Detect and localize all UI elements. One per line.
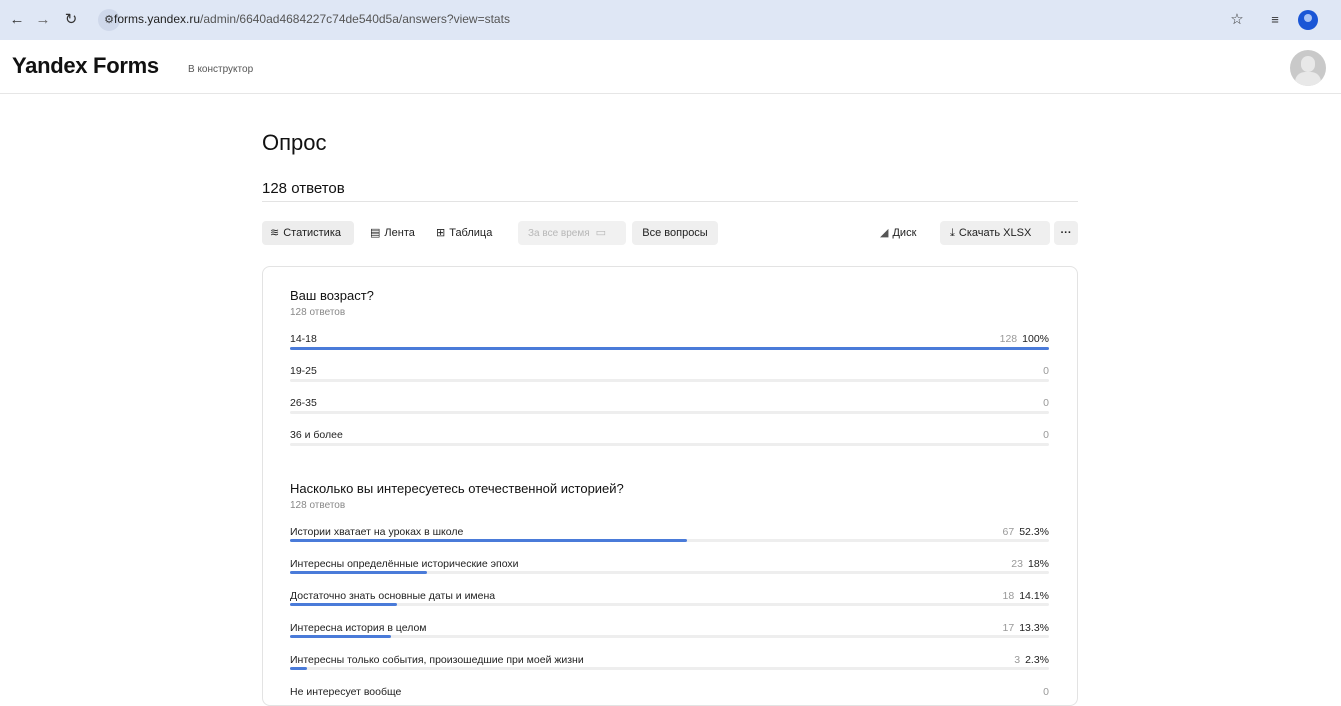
option-count-value: 17 <box>1002 622 1015 634</box>
option-count-value: 23 <box>1011 558 1023 570</box>
constructor-link[interactable]: В конструктор <box>188 64 253 75</box>
download-xlsx-button[interactable]: ⤓ Скачать XLSX <box>940 221 1050 245</box>
option-label: Истории хватает на уроках в школе <box>290 526 464 538</box>
option-count: 0 <box>1043 429 1049 441</box>
option-label: 36 и более <box>290 429 343 441</box>
back-arrow-icon[interactable]: ← <box>6 9 28 31</box>
divider <box>262 201 1078 202</box>
option-count: 18 14.1% <box>1003 590 1049 602</box>
option-bar-fill <box>290 635 391 638</box>
all-questions-button[interactable]: Все вопросы <box>632 221 718 245</box>
option-count: 23 18% <box>1011 558 1049 570</box>
question-answers-count: 128 ответов <box>290 307 346 318</box>
option-count: 3 2.3% <box>1014 654 1049 666</box>
reading-list-icon[interactable]: ≡ <box>1264 9 1286 31</box>
option-bar-track <box>290 635 1049 638</box>
option-bar-track <box>290 379 1049 382</box>
forward-arrow-icon[interactable]: → <box>32 9 54 31</box>
more-button[interactable]: ··· <box>1054 221 1078 245</box>
option-count: 67 52.3% <box>1003 526 1049 538</box>
table-icon: ⊞ <box>436 227 446 239</box>
option-label: 19-25 <box>290 365 317 377</box>
option-label: 26-35 <box>290 397 317 409</box>
reload-icon[interactable]: ↻ <box>60 9 82 31</box>
option-count-value: 0 <box>1043 429 1049 441</box>
tab-table-label: Таблица <box>449 227 493 239</box>
more-icon: ··· <box>1060 227 1072 239</box>
answers-count: 128 ответов <box>262 180 345 197</box>
option-percent: 100% <box>1022 333 1049 345</box>
question-title: Ваш возраст? <box>290 288 374 303</box>
option-bar-track <box>290 603 1049 606</box>
disk-label: Диск <box>892 227 917 239</box>
option-count: 0 <box>1043 365 1049 377</box>
period-label: За все время <box>528 228 590 239</box>
all-questions-label: Все вопросы <box>642 227 708 239</box>
option-label: Достаточно знать основные даты и имена <box>290 590 496 602</box>
option-percent: 2.3% <box>1025 654 1049 666</box>
option-bar-fill <box>290 603 398 606</box>
browser-toolbar: ← → ↻ ⚙ forms.yandex.ru/admin/6640ad4684… <box>0 0 1341 40</box>
tab-feed-label: Лента <box>384 227 415 239</box>
download-label: Скачать XLSX <box>958 227 1032 239</box>
chart-icon: ≋ <box>270 227 280 239</box>
address-bar[interactable]: ⚙ forms.yandex.ru/admin/6640ad4684227c74… <box>98 6 1318 34</box>
bookmark-star-icon[interactable]: ☆ <box>1226 9 1248 31</box>
option-percent: 52.3% <box>1019 526 1049 538</box>
option-label: Интересна история в целом <box>290 622 427 634</box>
disk-icon: ◢ <box>880 227 889 239</box>
option-count-value: 0 <box>1043 397 1049 409</box>
tab-feed[interactable]: ▤ Лента <box>362 221 422 245</box>
option-count-value: 128 <box>999 333 1018 345</box>
option-count-value: 0 <box>1043 686 1049 698</box>
option-count: 0 <box>1043 686 1049 698</box>
option-bar-track <box>290 411 1049 414</box>
url-path: /admin/6640ad4684227c74de540d5a/answers?… <box>200 12 510 26</box>
tab-table[interactable]: ⊞ Таблица <box>428 221 508 245</box>
question-title: Насколько вы интересуетесь отечественной… <box>290 481 624 496</box>
option-label: Не интересует вообще <box>290 686 402 698</box>
option-count-value: 3 <box>1014 654 1021 666</box>
address-url[interactable]: forms.yandex.ru/admin/6640ad4684227c74de… <box>114 12 510 26</box>
option-label: Интересны определённые исторические эпох… <box>290 558 519 570</box>
brand-logo[interactable]: Yandex Forms <box>12 53 159 79</box>
option-percent: 13.3% <box>1019 622 1049 634</box>
option-bar-fill <box>290 667 308 670</box>
calendar-icon: ▭ <box>595 227 607 239</box>
option-bar-track <box>290 539 1049 542</box>
option-label: 14-18 <box>290 333 317 345</box>
option-count: 0 <box>1043 397 1049 409</box>
option-bar-fill <box>290 571 427 574</box>
disk-button[interactable]: ◢ Диск <box>876 221 932 245</box>
period-picker[interactable]: За все время ▭ <box>518 221 626 245</box>
app-header: Yandex Forms В конструктор <box>0 40 1341 94</box>
option-count: 17 13.3% <box>1003 622 1049 634</box>
page-title: Опрос <box>262 130 327 155</box>
feed-icon: ▤ <box>370 227 381 239</box>
tab-stats[interactable]: ≋ Статистика <box>262 221 354 245</box>
url-host: forms.yandex.ru <box>114 12 201 26</box>
option-percent: 18% <box>1027 558 1049 570</box>
option-bar-track <box>290 667 1049 670</box>
option-bar-fill <box>290 347 1049 350</box>
avatar-body <box>1295 72 1321 86</box>
option-count-value: 67 <box>1002 526 1015 538</box>
tab-stats-label: Статистика <box>283 227 341 239</box>
option-count-value: 18 <box>1002 590 1015 602</box>
option-bar-track <box>290 571 1049 574</box>
avatar[interactable] <box>1290 50 1326 86</box>
option-percent: 14.1% <box>1019 590 1049 602</box>
option-bar-track <box>290 443 1049 446</box>
avatar-head <box>1301 56 1315 72</box>
option-count: 128 100% <box>1000 333 1049 345</box>
option-bar-fill <box>290 539 687 542</box>
option-label: Интересны только события, произошедшие п… <box>290 654 584 666</box>
question-answers-count: 128 ответов <box>290 500 346 511</box>
option-count-value: 0 <box>1043 365 1049 377</box>
stats-toolbar: ≋ Статистика ▤ Лента ⊞ Таблица За все время… <box>262 221 1078 245</box>
download-icon: ⤓ <box>950 227 955 239</box>
profile-icon[interactable] <box>1298 10 1318 30</box>
option-bar-track <box>290 347 1049 350</box>
